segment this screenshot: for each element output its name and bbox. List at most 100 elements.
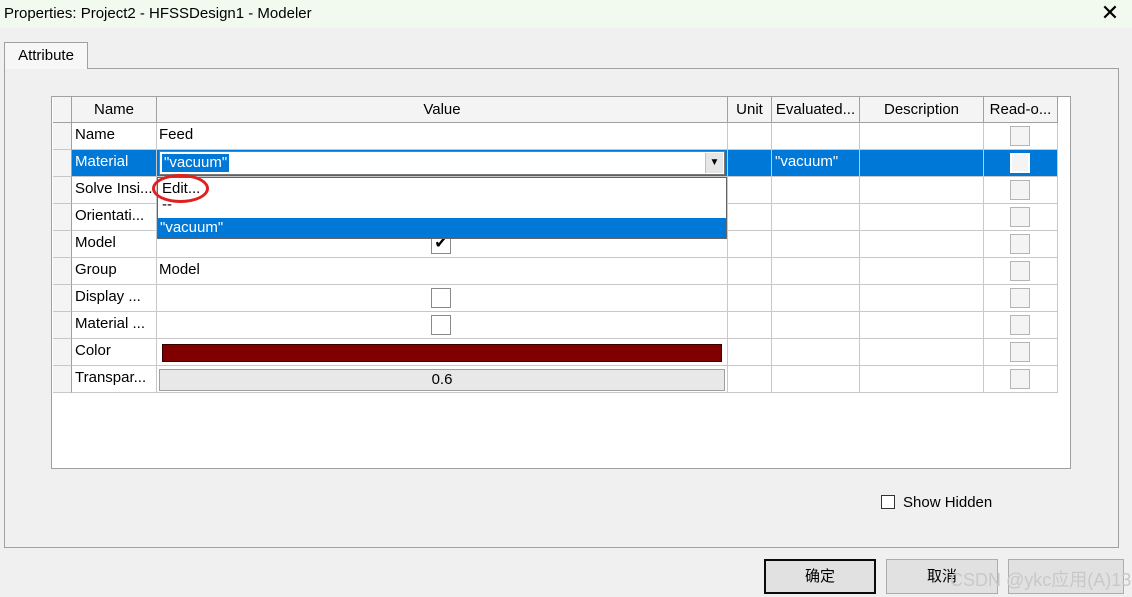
- evaluated-cell: [772, 177, 860, 204]
- property-name: Color: [75, 342, 111, 359]
- readonly-cell: [984, 285, 1058, 312]
- unit-cell: [728, 339, 772, 366]
- evaluated-cell: [772, 258, 860, 285]
- column-header-description[interactable]: Description: [860, 97, 984, 123]
- readonly-checkbox: [1010, 234, 1030, 254]
- evaluated-cell: [772, 285, 860, 312]
- readonly-cell: [984, 366, 1058, 393]
- readonly-cell: [984, 231, 1058, 258]
- description-cell[interactable]: [860, 312, 984, 339]
- show-hidden-checkbox[interactable]: [881, 495, 895, 509]
- unit-cell: [728, 123, 772, 150]
- property-name-cell[interactable]: Name: [72, 123, 157, 150]
- readonly-cell: [984, 123, 1058, 150]
- property-name-cell[interactable]: Material ...: [72, 312, 157, 339]
- description-cell[interactable]: [860, 177, 984, 204]
- readonly-cell: [984, 204, 1058, 231]
- property-value-cell[interactable]: Feed: [157, 123, 728, 150]
- show-hidden-label: Show Hidden: [903, 494, 993, 511]
- property-name: Solve Insi...: [75, 180, 153, 197]
- evaluated-value: "vacuum": [775, 153, 839, 170]
- unit-cell: [728, 285, 772, 312]
- property-name: Orientati...: [75, 207, 145, 224]
- row-header: [53, 123, 72, 150]
- row-header: [53, 177, 72, 204]
- property-value-cell[interactable]: [157, 312, 728, 339]
- dropdown-item-edit[interactable]: Edit...: [160, 179, 726, 199]
- readonly-cell: [984, 312, 1058, 339]
- readonly-checkbox: [1010, 288, 1030, 308]
- window-title: Properties: Project2 - HFSSDesign1 - Mod…: [4, 5, 312, 22]
- unit-cell: [728, 150, 772, 177]
- property-name: Material ...: [75, 315, 146, 332]
- description-cell[interactable]: [860, 123, 984, 150]
- unit-cell: [728, 204, 772, 231]
- close-icon[interactable]: ✕: [1098, 1, 1122, 25]
- readonly-checkbox: [1010, 342, 1030, 362]
- column-header-value[interactable]: Value: [157, 97, 728, 123]
- cancel-button[interactable]: 取消: [886, 559, 998, 594]
- dropdown-item-separator[interactable]: --: [160, 197, 726, 218]
- property-name: Display ...: [75, 288, 141, 305]
- grid-corner: [53, 97, 72, 123]
- description-cell[interactable]: [860, 231, 984, 258]
- property-name-cell[interactable]: Transpar...: [72, 366, 157, 393]
- description-cell[interactable]: [860, 150, 984, 177]
- evaluated-cell: [772, 312, 860, 339]
- property-name: Model: [75, 234, 116, 251]
- column-header-unit[interactable]: Unit: [728, 97, 772, 123]
- readonly-cell: [984, 258, 1058, 285]
- column-header-name[interactable]: Name: [72, 97, 157, 123]
- property-name: Group: [75, 261, 117, 278]
- display-wireframe-checkbox[interactable]: [431, 288, 451, 308]
- title-bar: Properties: Project2 - HFSSDesign1 - Mod…: [0, 0, 1132, 28]
- row-header: [53, 204, 72, 231]
- column-header-evaluated[interactable]: Evaluated...: [772, 97, 860, 123]
- evaluated-cell: [772, 204, 860, 231]
- readonly-checkbox: [1010, 126, 1030, 146]
- row-header: [53, 150, 72, 177]
- ok-button[interactable]: 确定: [764, 559, 876, 594]
- property-value-cell[interactable]: [157, 285, 728, 312]
- readonly-checkbox: [1010, 207, 1030, 227]
- description-cell[interactable]: [860, 366, 984, 393]
- readonly-checkbox: [1010, 261, 1030, 281]
- property-name: Name: [75, 126, 116, 143]
- row-header: [53, 312, 72, 339]
- evaluated-cell: [772, 123, 860, 150]
- apply-button[interactable]: [1008, 559, 1124, 594]
- property-value: Feed: [159, 126, 194, 143]
- evaluated-cell: [772, 366, 860, 393]
- evaluated-cell: [772, 231, 860, 258]
- color-swatch[interactable]: [162, 344, 722, 362]
- material-appearance-checkbox[interactable]: [431, 315, 451, 335]
- readonly-cell: [984, 339, 1058, 366]
- tab-attribute[interactable]: Attribute: [4, 42, 88, 69]
- readonly-cell: [984, 150, 1058, 177]
- readonly-cell: [984, 177, 1058, 204]
- description-cell[interactable]: [860, 339, 984, 366]
- description-cell[interactable]: [860, 204, 984, 231]
- transparency-button[interactable]: 0.6: [159, 369, 725, 391]
- row-header: [53, 285, 72, 312]
- readonly-checkbox: [1010, 315, 1030, 335]
- property-name-cell[interactable]: Group: [72, 258, 157, 285]
- column-header-readonly[interactable]: Read-o...: [984, 97, 1058, 123]
- material-combobox[interactable]: "vacuum" ▼: [159, 151, 725, 175]
- property-name-cell[interactable]: Model: [72, 231, 157, 258]
- property-value-cell[interactable]: Model: [157, 258, 728, 285]
- material-dropdown-list: Edit... -- "vacuum": [157, 177, 727, 239]
- property-name-cell[interactable]: Display ...: [72, 285, 157, 312]
- evaluated-cell: "vacuum": [772, 150, 860, 177]
- property-name-cell[interactable]: Orientati...: [72, 204, 157, 231]
- property-name-cell[interactable]: Material: [72, 150, 157, 177]
- description-cell[interactable]: [860, 258, 984, 285]
- annotation-circle: [152, 174, 209, 203]
- unit-cell: [728, 177, 772, 204]
- property-name-cell[interactable]: Color: [72, 339, 157, 366]
- dropdown-item-vacuum[interactable]: "vacuum": [158, 218, 726, 238]
- readonly-checkbox: [1010, 369, 1030, 389]
- description-cell[interactable]: [860, 285, 984, 312]
- property-name-cell[interactable]: Solve Insi...: [72, 177, 157, 204]
- chevron-down-icon[interactable]: ▼: [705, 153, 723, 173]
